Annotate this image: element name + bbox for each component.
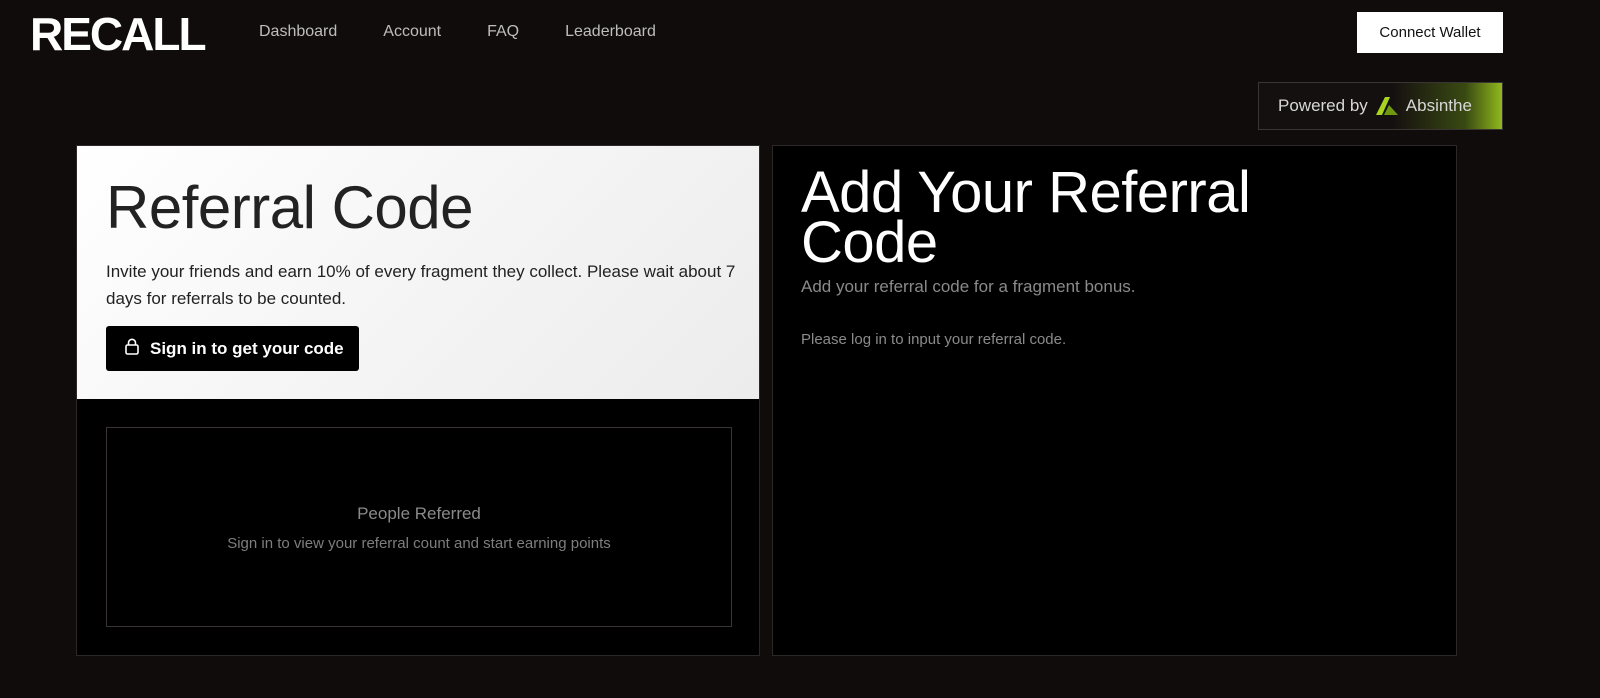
top-navigation-bar: RECALL Dashboard Account FAQ Leaderboard… — [0, 0, 1600, 66]
sign-in-button-label: Sign in to get your code — [150, 338, 344, 358]
recall-logo[interactable]: RECALL — [30, 8, 220, 60]
powered-by-label: Powered by — [1278, 96, 1368, 115]
add-referral-login-note: Please log in to input your referral cod… — [801, 331, 1067, 348]
absinthe-brand-label: Absinthe — [1405, 96, 1472, 115]
lock-icon — [124, 338, 140, 360]
recall-logo-mark: RECALL — [30, 8, 207, 60]
add-referral-card: Add Your Referral Code Add your referral… — [772, 145, 1457, 656]
connect-wallet-button[interactable]: Connect Wallet — [1357, 12, 1503, 53]
add-referral-subtitle: Add your referral code for a fragment bo… — [801, 277, 1136, 296]
svg-text:RECALL: RECALL — [30, 10, 205, 54]
add-referral-title: Add Your Referral Code — [801, 160, 1251, 275]
people-referred-title: People Referred — [357, 504, 481, 523]
sign-in-get-code-button[interactable]: Sign in to get your code — [106, 326, 359, 371]
referral-code-title: Referral Code — [106, 174, 474, 241]
nav-faq[interactable]: FAQ — [487, 22, 519, 42]
referral-code-header: Referral Code Invite your friends and ea… — [77, 146, 759, 399]
referral-code-card: Referral Code Invite your friends and ea… — [76, 145, 760, 656]
powered-by-badge[interactable]: Powered by Absinthe — [1258, 82, 1503, 130]
people-referred-subtitle: Sign in to view your referral count and … — [227, 535, 611, 552]
main-nav: Dashboard Account FAQ Leaderboard — [259, 22, 702, 42]
nav-account[interactable]: Account — [383, 22, 441, 42]
nav-dashboard[interactable]: Dashboard — [259, 22, 337, 42]
nav-leaderboard[interactable]: Leaderboard — [565, 22, 656, 42]
absinthe-icon — [1374, 95, 1400, 117]
referral-code-description: Invite your friends and earn 10% of ever… — [106, 262, 736, 308]
people-referred-box: People Referred Sign in to view your ref… — [106, 427, 732, 627]
